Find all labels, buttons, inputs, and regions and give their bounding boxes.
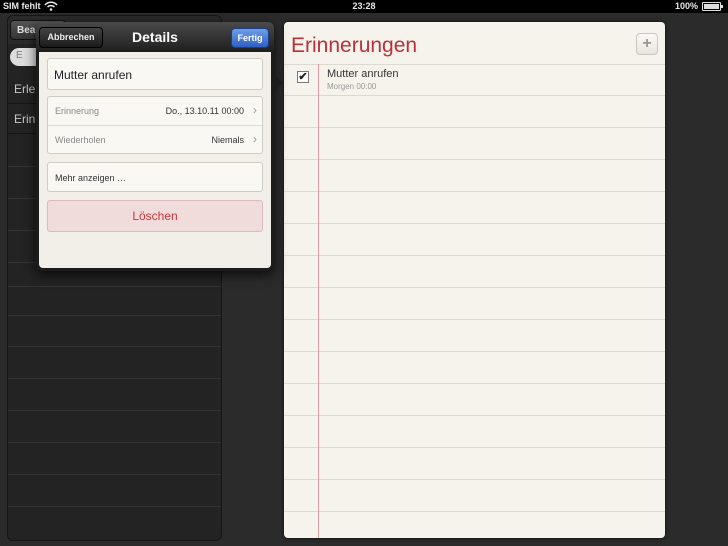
plus-icon: +: [642, 35, 652, 52]
reminder-due: Morgen 00:00: [327, 82, 377, 91]
paper-rule: [284, 191, 665, 192]
paper-rule: [284, 64, 665, 65]
checkmark-icon: ✔: [298, 71, 308, 83]
chevron-right-icon: ›: [253, 103, 257, 117]
list-divider: [8, 346, 221, 347]
row-label: Wiederholen: [55, 135, 106, 145]
completed-checkbox[interactable]: ✔: [297, 71, 309, 83]
popover-content: Mutter anrufen Erinnerung Do., 13.10.11 …: [39, 52, 271, 268]
reminder-row[interactable]: Erinnerung Do., 13.10.11 00:00 ›: [48, 97, 264, 125]
list-divider: [8, 442, 221, 443]
paper-rule: [284, 511, 665, 512]
repeat-row[interactable]: Wiederholen Niemals ›: [48, 125, 264, 153]
done-button[interactable]: Fertig: [231, 28, 269, 48]
paper-rule: [284, 447, 665, 448]
list-divider: [8, 506, 221, 507]
reminder-title[interactable]: Mutter anrufen: [327, 68, 399, 80]
details-popover: Abbrechen Details Fertig Mutter anrufen …: [36, 22, 283, 271]
list-divider: [8, 286, 221, 287]
show-more-button[interactable]: Mehr anzeigen …: [47, 162, 263, 192]
page-title: Erinnerungen: [291, 34, 418, 57]
list-divider: [8, 378, 221, 379]
battery-icon: [702, 2, 724, 11]
row-value: Do., 13.10.11 00:00: [165, 106, 244, 116]
delete-button[interactable]: Löschen: [47, 200, 263, 232]
list-divider: [8, 474, 221, 475]
paper-rule: [284, 127, 665, 128]
paper-rule: [284, 383, 665, 384]
margin-line: [318, 64, 319, 538]
status-bar: SIM fehlt 23:28 100%: [0, 0, 728, 13]
row-value: Niemals: [211, 135, 244, 145]
popover-arrow: [272, 72, 283, 94]
list-divider: [8, 315, 221, 316]
paper-rule: [284, 287, 665, 288]
paper-rule: [284, 223, 665, 224]
row-label: Erinnerung: [55, 106, 100, 116]
paper-rule: [284, 255, 665, 256]
paper-rule: [284, 415, 665, 416]
details-group: Erinnerung Do., 13.10.11 00:00 › Wiederh…: [47, 96, 264, 154]
paper-rule: [284, 159, 665, 160]
list-divider: [8, 410, 221, 411]
reminders-paper: Erinnerungen + ✔ Mutter anrufen Morgen 0…: [284, 22, 665, 538]
battery-percent: 100%: [674, 1, 698, 11]
paper-rule: [284, 95, 665, 96]
paper-rule: [284, 319, 665, 320]
clock: 23:28: [352, 1, 376, 11]
add-reminder-button[interactable]: +: [636, 33, 658, 55]
paper-rule: [284, 351, 665, 352]
paper-rule: [284, 479, 665, 480]
task-title-field[interactable]: Mutter anrufen: [47, 58, 263, 90]
chevron-right-icon: ›: [253, 132, 257, 146]
